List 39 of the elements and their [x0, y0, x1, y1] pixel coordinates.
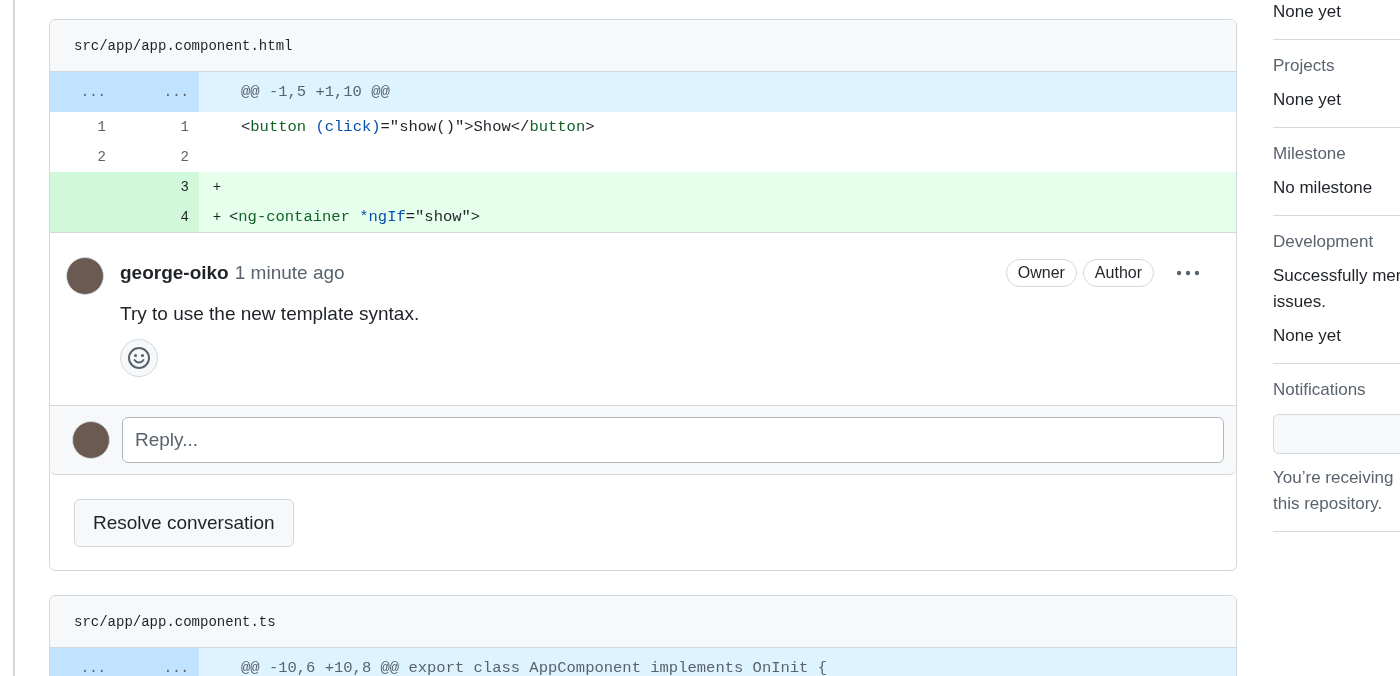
file-path: src/app/app.component.ts	[74, 613, 276, 630]
line-number: 3	[179, 179, 189, 195]
code-line: <button (click)="show()">Show</button>	[241, 118, 595, 136]
more-icon	[1176, 270, 1200, 276]
section-value: None yet	[1273, 326, 1343, 346]
section-value: No milestone	[1273, 178, 1374, 198]
resolve-conversation-button[interactable]: Resolve conversation	[74, 499, 294, 547]
hunk-header: @@ -10,6 +10,8 @@ export class AppComponent implements OnInit {	[241, 659, 827, 676]
hunk-header: @@ -1,5 +1,10 @@	[241, 83, 390, 101]
comment-author: george-oiko	[120, 262, 229, 284]
file-path: src/app/app.component.html	[74, 37, 293, 54]
avatar	[66, 257, 104, 295]
line-number: ...	[162, 84, 189, 100]
notification-note: You’re receiving	[1273, 468, 1395, 488]
line-number: ...	[162, 660, 189, 676]
line-number: 4	[179, 209, 189, 225]
line-number: 2	[179, 149, 189, 165]
section-heading: Notifications	[1273, 380, 1367, 400]
add-reaction-button[interactable]	[120, 339, 158, 377]
section-heading: Development	[1273, 232, 1375, 252]
avatar	[72, 421, 110, 459]
line-number: ...	[79, 84, 106, 100]
section-value: None yet	[1273, 90, 1343, 110]
section-value: None yet	[1273, 2, 1343, 22]
notification-note: this repository.	[1273, 494, 1384, 514]
line-number: 1	[96, 119, 106, 135]
plus-sign: +	[211, 179, 223, 195]
comment-body: Try to use the new template syntax.	[120, 303, 421, 325]
code-line: <ng-container *ngIf="show">	[229, 208, 481, 226]
reply-field[interactable]: Reply...	[122, 417, 1224, 463]
line-number: ...	[79, 660, 106, 676]
line-number: 2	[96, 149, 106, 165]
smiley-icon	[127, 346, 151, 370]
section-heading: Projects	[1273, 56, 1336, 76]
comment-time: 1 minute ago	[234, 262, 346, 284]
plus-sign: +	[211, 209, 223, 225]
section-value: issues.	[1273, 292, 1327, 312]
line-number: 1	[179, 119, 189, 135]
section-heading: Milestone	[1273, 144, 1347, 164]
